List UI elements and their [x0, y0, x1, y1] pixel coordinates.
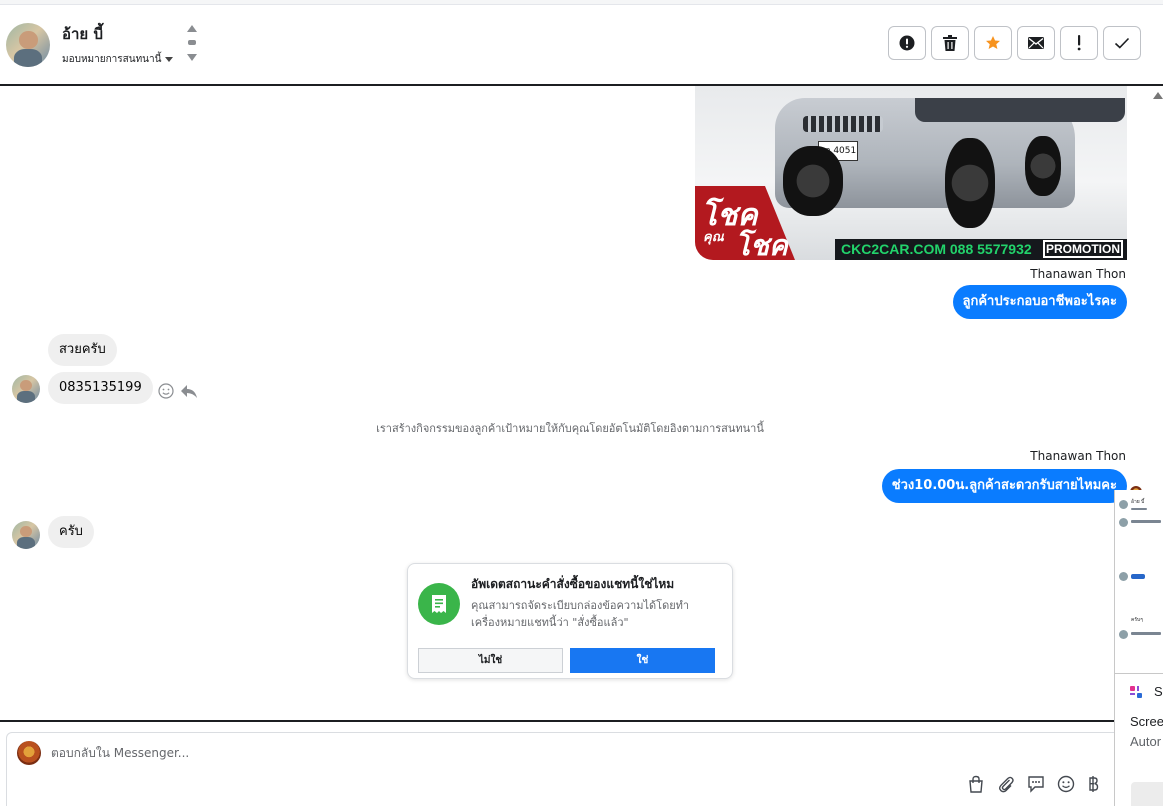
reply-input[interactable] [51, 741, 651, 765]
no-button[interactable]: ไม่ใช่ [418, 648, 563, 673]
promo-brand-text-2: โชค [735, 229, 788, 260]
system-note: เราสร้างกิจกรรมของลูกค้าเป้าหมายให้กับคุ… [376, 422, 764, 435]
message-thread[interactable]: กจ 4051 โชค คุณ โชค CKC2CAR.COM 088 5577… [0, 86, 1163, 720]
window-top-strip [0, 0, 1163, 5]
mini-avatar [1119, 518, 1128, 527]
incoming-message[interactable]: สวยครับ [48, 334, 117, 366]
conversation-header: อ้าย บี้ มอบหมายการสนทนานี้ [0, 6, 1163, 86]
assign-label: มอบหมายการสนทนานี้ [62, 54, 162, 65]
snipping-tool-icon [1130, 686, 1142, 698]
mini-bubble [1131, 574, 1145, 579]
star-button[interactable] [974, 26, 1012, 60]
message-tools [158, 383, 198, 399]
outgoing-message[interactable]: ช่วง10.00น.ลูกค้าสะดวกรับสายไหมคะ [881, 469, 1127, 503]
mini-name: อ้าย บี้ [1131, 499, 1145, 505]
receipt-icon [418, 583, 460, 625]
paperclip-icon[interactable] [997, 775, 1015, 793]
scroll-up-arrow-icon[interactable] [1153, 92, 1163, 99]
mini-label: ครับๆ [1131, 617, 1143, 623]
trash-icon [943, 35, 957, 51]
snip-tool-name: Sn [1154, 684, 1163, 699]
page-avatar [17, 741, 41, 765]
chevron-down-icon [165, 57, 174, 62]
alert-circle-icon [899, 35, 915, 51]
follow-up-button[interactable] [1060, 26, 1098, 60]
snip-action-box[interactable] [1131, 782, 1163, 806]
composer-tools [967, 775, 1099, 793]
shopping-bag-icon[interactable] [967, 775, 985, 793]
sender-name: Thanawan Thon [1030, 449, 1126, 463]
order-status-card: อัพเดตสถานะคำสั่งซื้อของแชทนี้ใช่ไหม คุณ… [407, 563, 733, 679]
reply-composer [6, 732, 1156, 806]
contact-avatar-small[interactable] [12, 375, 40, 403]
arrow-down-icon[interactable] [187, 54, 197, 61]
promo-website-text: CKC2CAR.COM 088 5577932 [841, 241, 1032, 257]
emoji-icon[interactable] [1057, 775, 1075, 793]
baht-icon[interactable] [1087, 775, 1099, 793]
mini-line [1131, 520, 1161, 523]
promo-tag: PROMOTION [1043, 240, 1123, 258]
composer-divider [0, 720, 1163, 722]
envelope-icon [1028, 37, 1044, 49]
incoming-message[interactable]: 0835135199 [48, 372, 153, 404]
snip-preview-panel[interactable]: อ้าย บี้ ครับๆ Sn Scree Autor [1114, 490, 1163, 806]
contact-name[interactable]: อ้าย บี้ [62, 22, 103, 46]
mini-avatar [1119, 572, 1128, 581]
nav-separator-icon [188, 40, 196, 45]
header-actions [888, 26, 1141, 60]
card-title: อัพเดตสถานะคำสั่งซื้อของแชทนี้ใช่ไหม [471, 577, 675, 591]
assign-conversation-dropdown[interactable]: มอบหมายการสนทนานี้ [62, 52, 174, 67]
snip-subtitle: Autor [1130, 734, 1162, 749]
car-wheel [945, 138, 995, 228]
saved-reply-icon[interactable] [1027, 775, 1045, 793]
outgoing-message[interactable]: ลูกค้าประกอบอาชีพอะไรคะ [952, 285, 1127, 319]
arrow-up-icon[interactable] [187, 25, 197, 32]
mini-line [1131, 508, 1147, 510]
star-icon [986, 36, 1000, 49]
contact-avatar[interactable] [6, 23, 50, 67]
report-button[interactable] [888, 26, 926, 60]
card-body: คุณสามารถจัดระเบียบกล่องข้อความได้โดยทำเ… [471, 599, 690, 629]
conversation-nav[interactable] [186, 25, 198, 65]
car-wheel [1025, 136, 1061, 196]
reply-icon[interactable] [180, 383, 198, 399]
incoming-message[interactable]: ครับ [48, 516, 94, 548]
mark-unread-button[interactable] [1017, 26, 1055, 60]
promo-sub-text: คุณ [703, 230, 724, 245]
snip-title: Scree [1130, 714, 1163, 729]
contact-avatar-small[interactable] [12, 521, 40, 549]
delete-button[interactable] [931, 26, 969, 60]
yes-button[interactable]: ใช่ [570, 648, 715, 673]
snip-thumbnail[interactable]: อ้าย บี้ ครับๆ [1115, 490, 1163, 674]
mini-line [1131, 632, 1161, 635]
exclamation-icon [1077, 35, 1081, 51]
snipping-tool-toast[interactable]: Sn Scree Autor [1115, 674, 1163, 806]
sender-name: Thanawan Thon [1030, 267, 1126, 281]
promo-image-message[interactable]: กจ 4051 โชค คุณ โชค CKC2CAR.COM 088 5577… [695, 86, 1127, 260]
check-icon [1114, 37, 1130, 49]
car-window-shape [915, 98, 1125, 122]
car-wheel [783, 146, 843, 216]
mini-avatar [1119, 630, 1128, 639]
smiley-icon[interactable] [158, 383, 174, 399]
car-grille-shape [803, 116, 883, 132]
mark-done-button[interactable] [1103, 26, 1141, 60]
mini-avatar [1119, 500, 1128, 509]
